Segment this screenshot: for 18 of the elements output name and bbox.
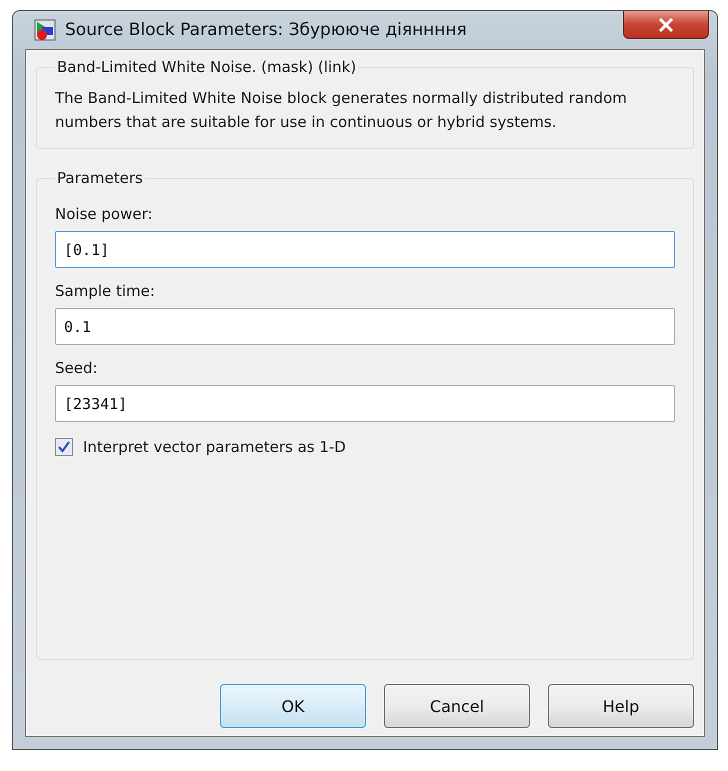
close-button[interactable]	[623, 11, 709, 39]
close-icon	[658, 18, 674, 32]
group-title: Parameters	[56, 169, 144, 187]
dialog-button[interactable]: OK	[220, 684, 366, 728]
description-text: The Band-Limited White Noise block generates normally distributed random numbers that are suitable for use in continuous or hybrid systems.	[55, 88, 628, 133]
group-title: Band-Limited White Noise. (mask) (link)	[56, 58, 358, 76]
input-field[interactable]: [23341]	[55, 385, 675, 422]
checkbox-label: Interpret vector parameters as 1-D	[83, 438, 346, 456]
dialog-button[interactable]: Help	[548, 684, 694, 728]
block-icon	[33, 18, 57, 42]
input-field[interactable]: [0.1]	[55, 231, 675, 268]
field-label: Sample time:	[55, 282, 156, 300]
window-title: Source Block Parameters: Збурююче діяннння	[65, 20, 467, 40]
dialog-button[interactable]: Cancel	[384, 684, 530, 728]
field-label: Noise power:	[55, 205, 154, 223]
field-label: Seed:	[55, 359, 99, 377]
checkbox[interactable]	[55, 438, 73, 456]
input-field[interactable]: 0.1	[55, 308, 675, 345]
